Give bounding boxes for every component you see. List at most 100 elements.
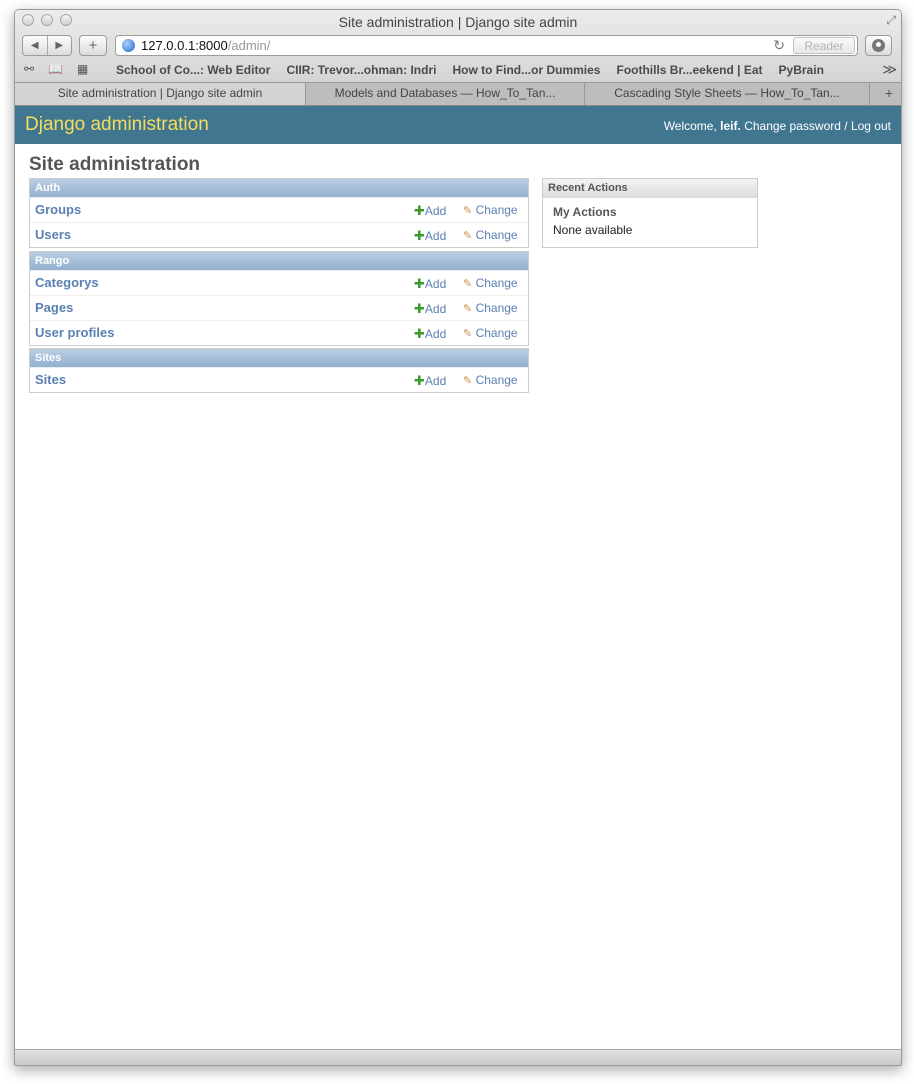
browser-toolbar: ◀ ▶ + 127.0.0.1:8000/admin/ ↻ Reader [15, 34, 901, 58]
model-row: Users ✚Add ✎ Change [30, 222, 528, 247]
change-label: Change [475, 276, 518, 290]
more-bookmarks-icon[interactable]: ≫ [882, 61, 897, 78]
reading-list-icon[interactable]: ⚯ [24, 62, 34, 76]
change-link[interactable]: ✎ Change [463, 276, 518, 290]
bookmark-item[interactable]: School of Co...: Web Editor [116, 63, 270, 77]
bookmark-item[interactable]: CIIR: Trevor...ohman: Indri [286, 63, 436, 77]
tab-models-and-databases[interactable]: Models and Databases — How_To_Tan... [306, 83, 585, 105]
tab-cascading-style-sheets[interactable]: Cascading Style Sheets — How_To_Tan... [585, 83, 870, 105]
add-bookmark-button[interactable]: + [79, 35, 107, 56]
add-label: Add [424, 327, 447, 341]
add-link[interactable]: ✚Add [414, 228, 446, 244]
bookmark-list: School of Co...: Web Editor CIIR: Trevor… [116, 63, 824, 77]
fullscreen-icon[interactable]: ⤢ [886, 13, 896, 28]
model-row: Sites ✚Add ✎ Change [30, 367, 528, 392]
model-row: Pages ✚Add ✎ Change [30, 295, 528, 320]
pencil-icon: ✎ [463, 303, 473, 315]
model-link-groups[interactable]: Groups [35, 202, 81, 217]
change-label: Change [475, 373, 518, 387]
site-branding[interactable]: Django administration [25, 114, 209, 136]
change-link[interactable]: ✎ Change [463, 326, 518, 340]
reload-icon[interactable]: ↻ [773, 37, 785, 54]
browser-chrome: Site administration | Django site admin … [15, 10, 901, 82]
model-row: Categorys ✚Add ✎ Change [30, 270, 528, 295]
welcome-text: Welcome, [663, 119, 717, 133]
model-row: User profiles ✚Add ✎ Change [30, 320, 528, 345]
model-link-users[interactable]: Users [35, 227, 71, 242]
add-link[interactable]: ✚Add [414, 276, 446, 292]
new-tab-icon[interactable]: + [885, 85, 893, 101]
change-password-link[interactable]: Change password [744, 119, 841, 133]
recent-actions-empty: None available [553, 223, 633, 237]
user-tools: Welcome, leif. Change password / Log out [664, 119, 891, 133]
bookmark-item[interactable]: Foothills Br...eekend | Eat [616, 63, 762, 77]
forward-button[interactable]: ▶ [48, 36, 72, 55]
back-button[interactable]: ◀ [23, 36, 48, 55]
app-caption[interactable]: Auth [30, 179, 528, 197]
top-sites-grid-icon[interactable]: ▦ [77, 62, 88, 76]
add-icon: ✚ [414, 203, 425, 218]
add-link[interactable]: ✚Add [414, 373, 446, 389]
reader-button[interactable]: Reader [793, 37, 855, 54]
address-bar[interactable]: 127.0.0.1:8000/admin/ ↻ Reader [115, 35, 858, 56]
recent-actions-caption: Recent Actions [543, 179, 757, 198]
url-path: /admin/ [227, 38, 271, 53]
tab-bar: Site administration | Django site admin … [15, 82, 901, 106]
download-icon [872, 39, 885, 52]
add-link[interactable]: ✚Add [414, 203, 446, 219]
url-host: 127.0.0.1:8000 [141, 38, 228, 53]
pencil-icon: ✎ [463, 230, 473, 242]
app-module-rango: Rango Categorys ✚Add ✎ Change Pages ✚Add… [29, 251, 529, 346]
pencil-icon: ✎ [463, 375, 473, 387]
add-label: Add [424, 302, 447, 316]
add-label: Add [424, 229, 447, 243]
model-link-user-profiles[interactable]: User profiles [35, 325, 114, 340]
app-caption[interactable]: Rango [30, 252, 528, 270]
add-label: Add [424, 277, 447, 291]
url-text[interactable]: 127.0.0.1:8000/admin/ [141, 38, 270, 53]
recent-actions-panel: Recent Actions My Actions None available [542, 178, 758, 248]
pencil-icon: ✎ [463, 278, 473, 290]
model-link-pages[interactable]: Pages [35, 300, 73, 315]
add-icon: ✚ [414, 228, 425, 243]
bookmarks-book-icon[interactable]: 📖 [48, 62, 63, 76]
bookmark-item[interactable]: How to Find...or Dummies [452, 63, 600, 77]
add-label: Add [424, 204, 447, 218]
change-link[interactable]: ✎ Change [463, 228, 518, 242]
globe-icon [122, 39, 135, 52]
change-label: Change [475, 301, 518, 315]
page-title: Site administration [29, 154, 201, 175]
window-title: Site administration | Django site admin [338, 14, 578, 30]
change-label: Change [475, 228, 518, 242]
change-link[interactable]: ✎ Change [463, 203, 518, 217]
add-icon: ✚ [414, 276, 425, 291]
status-bar [15, 1049, 901, 1065]
back-forward-buttons: ◀ ▶ [22, 35, 72, 56]
browser-window: Site administration | Django site admin … [14, 9, 902, 1066]
model-row: Groups ✚Add ✎ Change [30, 197, 528, 222]
app-caption[interactable]: Sites [30, 349, 528, 367]
app-module-sites: Sites Sites ✚Add ✎ Change [29, 348, 529, 393]
title-bar: Site administration | Django site admin … [15, 10, 901, 34]
bookmark-item[interactable]: PyBrain [779, 63, 824, 77]
pencil-icon: ✎ [463, 205, 473, 217]
add-label: Add [424, 374, 447, 388]
change-link[interactable]: ✎ Change [463, 301, 518, 315]
admin-header: Django administration Welcome, leif. Cha… [15, 106, 901, 144]
change-label: Change [475, 203, 518, 217]
username: leif. [720, 119, 741, 133]
change-link[interactable]: ✎ Change [463, 373, 518, 387]
downloads-button[interactable] [865, 35, 892, 56]
model-link-sites[interactable]: Sites [35, 372, 66, 387]
add-icon: ✚ [414, 301, 425, 316]
logout-link[interactable]: Log out [851, 119, 891, 133]
model-link-categorys[interactable]: Categorys [35, 275, 99, 290]
change-label: Change [475, 326, 518, 340]
add-icon: ✚ [414, 326, 425, 341]
add-icon: ✚ [414, 373, 425, 388]
add-link[interactable]: ✚Add [414, 301, 446, 317]
pencil-icon: ✎ [463, 328, 473, 340]
my-actions-heading: My Actions [553, 205, 617, 219]
add-link[interactable]: ✚Add [414, 326, 446, 342]
tab-site-administration[interactable]: Site administration | Django site admin [15, 83, 306, 105]
